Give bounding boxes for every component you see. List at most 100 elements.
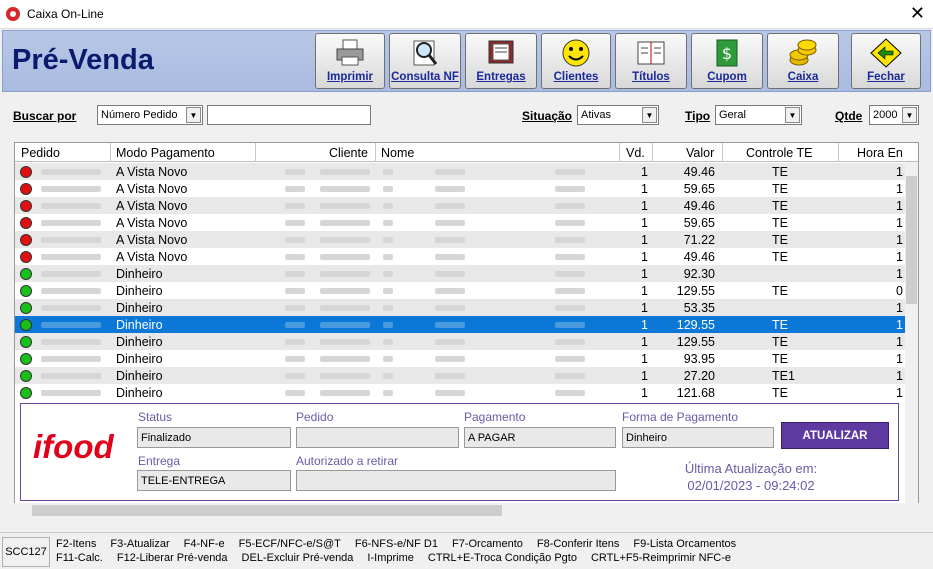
vertical-scrollbar[interactable] (905, 162, 918, 517)
table-row[interactable]: A Vista Novo 1 49.46 TE 1 (15, 163, 907, 180)
cell-vd: 1 (641, 199, 648, 213)
cell-controle-te: TE (772, 199, 788, 213)
cell-valor: 121.68 (676, 386, 715, 400)
table-row[interactable]: A Vista Novo 1 49.46 TE 1 (15, 248, 907, 265)
ultima-atualizacao-value: 02/01/2023 - 09:24:02 (687, 478, 815, 493)
col-modo-pagamento[interactable]: Modo Pagamento (116, 146, 215, 160)
close-icon[interactable]: ✕ (910, 3, 925, 24)
search-input[interactable] (207, 105, 371, 125)
caixa-button[interactable]: Caixa (767, 33, 839, 89)
redacted-cell (41, 203, 101, 209)
redacted-cell (435, 322, 465, 328)
scrollbar-thumb[interactable] (906, 176, 917, 304)
table-row[interactable]: A Vista Novo 1 71.22 TE 1 (15, 231, 907, 248)
fechar-button[interactable]: Fechar (851, 33, 921, 89)
redacted-cell (555, 390, 585, 396)
cell-modo-pagamento: Dinheiro (116, 267, 163, 281)
clientes-button[interactable]: Clientes (541, 33, 611, 89)
table-row[interactable]: A Vista Novo 1 59.65 TE 1 (15, 180, 907, 197)
consulta-nf-button[interactable]: Consulta NF (389, 33, 461, 89)
chevron-down-icon[interactable]: ▼ (902, 107, 917, 123)
redacted-cell (285, 390, 305, 396)
status-dot-icon (20, 285, 32, 297)
qtde-label: Qtde (835, 109, 863, 123)
cell-valor: 59.65 (683, 216, 715, 230)
redacted-cell (285, 373, 305, 379)
shortcut-line-1: F2-Itens F3-Atualizar F4-NF-e F5-ECF/NFC-e/… (56, 538, 750, 550)
cell-valor: 129.55 (676, 284, 715, 298)
chevron-down-icon[interactable]: ▼ (642, 107, 657, 123)
cell-valor: 71.22 (683, 233, 715, 247)
printer-icon (336, 39, 364, 66)
chevron-down-icon[interactable]: ▼ (785, 107, 800, 123)
redacted-cell (41, 356, 101, 362)
cell-controle-te: TE (772, 182, 788, 196)
redacted-cell (383, 237, 393, 243)
tipo-label: Tipo (685, 109, 711, 123)
scrollbar-thumb[interactable] (32, 505, 502, 516)
table-row[interactable]: Dinheiro 1 92.30 1 (15, 265, 907, 282)
buscar-select[interactable]: Número Pedido ▼ (97, 105, 203, 125)
situacao-select[interactable]: Ativas ▼ (577, 105, 659, 125)
table-row[interactable]: Dinheiro 1 53.35 1 (15, 299, 907, 316)
redacted-cell (383, 169, 393, 175)
svg-text:ifood: ifood (33, 428, 114, 465)
redacted-cell (435, 254, 465, 260)
redacted-cell (285, 356, 305, 362)
cell-vd: 1 (641, 284, 648, 298)
col-hora-entrega[interactable]: Hora En (857, 146, 903, 160)
cell-vd: 1 (641, 233, 648, 247)
redacted-cell (41, 322, 101, 328)
redacted-cell (435, 339, 465, 345)
entrega-field: TELE-ENTREGA (137, 470, 291, 491)
cell-modo-pagamento: A Vista Novo (116, 216, 188, 230)
entregas-label: Entregas (476, 71, 526, 83)
table-row[interactable]: Dinheiro 1 129.55 TE 1 (15, 316, 907, 333)
print-label: Imprimir (326, 71, 373, 83)
coins-icon (789, 39, 817, 66)
table-row[interactable]: A Vista Novo 1 49.46 TE 1 (15, 197, 907, 214)
status-bar: SCC127 F2-Itens F3-Atualizar F4-NF-e F5-ECF… (0, 532, 933, 569)
col-nome[interactable]: Nome (381, 146, 414, 160)
shortcut-hint: I-Imprime (367, 552, 414, 564)
qtde-select[interactable]: 2000 ▼ (869, 105, 919, 125)
cell-hora-entrega: 1 (896, 318, 903, 332)
cell-controle-te: TE (772, 386, 788, 400)
redacted-cell (555, 237, 585, 243)
col-cliente[interactable]: Cliente (329, 146, 368, 160)
redacted-cell (285, 271, 305, 277)
entregas-button[interactable]: Entregas (465, 33, 537, 89)
table-row[interactable]: Dinheiro 1 93.95 TE 1 (15, 350, 907, 367)
col-pedido[interactable]: Pedido (21, 146, 60, 160)
cupom-button[interactable]: $ Cupom (691, 33, 763, 89)
horizontal-scrollbar[interactable] (14, 503, 919, 518)
redacted-cell (285, 322, 305, 328)
redacted-cell (41, 220, 101, 226)
cupom-label: Cupom (707, 71, 747, 83)
redacted-cell (555, 169, 585, 175)
table-row[interactable]: Dinheiro 1 27.20 TE1 1 (15, 367, 907, 384)
shortcut-hint: CTRL+E-Troca Condição Pgto (427, 552, 577, 564)
atualizar-status-button[interactable]: ATUALIZAR STATUS (781, 422, 889, 469)
cell-hora-entrega: 1 (896, 182, 903, 196)
shortcut-hint: F6-NFS-e/NF D1 (354, 538, 438, 550)
titulos-button[interactable]: Títulos (615, 33, 687, 89)
redacted-cell (555, 288, 585, 294)
redacted-cell (555, 186, 585, 192)
print-button[interactable]: Imprimir (315, 33, 385, 89)
col-valor[interactable]: Valor (686, 146, 714, 160)
table-row[interactable]: Dinheiro 1 121.68 TE 1 (15, 384, 907, 401)
situacao-label: Situação (522, 109, 573, 123)
cell-vd: 1 (641, 369, 648, 383)
tipo-select[interactable]: Geral ▼ (715, 105, 802, 125)
table-row[interactable]: Dinheiro 1 129.55 TE 1 (15, 333, 907, 350)
table-row[interactable]: A Vista Novo 1 59.65 TE 1 (15, 214, 907, 231)
shortcut-hint: F9-Lista Orcamentos (633, 538, 737, 550)
redacted-cell (320, 356, 370, 362)
table-row[interactable]: Dinheiro 1 129.55 TE 0 (15, 282, 907, 299)
cell-valor: 129.55 (676, 318, 715, 332)
col-vd[interactable]: Vd. (626, 146, 645, 160)
cell-hora-entrega: 1 (896, 216, 903, 230)
col-controle-te[interactable]: Controle TE (746, 146, 812, 160)
chevron-down-icon[interactable]: ▼ (186, 107, 201, 123)
